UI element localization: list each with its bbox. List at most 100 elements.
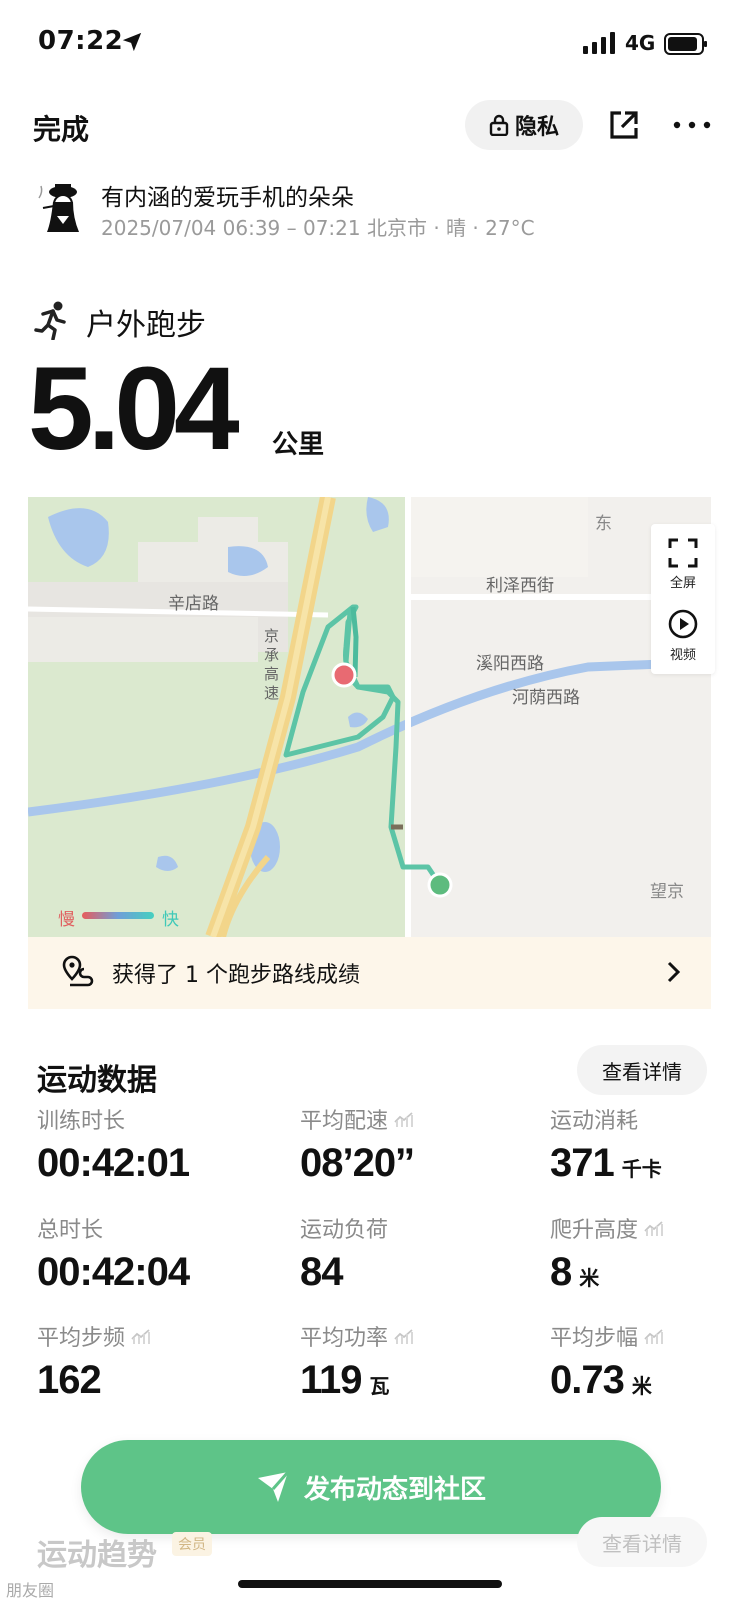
member-badge: 会员 bbox=[172, 1532, 212, 1556]
legend-slow: 慢 bbox=[58, 910, 75, 930]
metric-value-text: 8 bbox=[550, 1250, 572, 1294]
play-icon bbox=[668, 609, 698, 639]
done-button[interactable]: 完成 bbox=[33, 108, 89, 148]
trend-chart-icon[interactable] bbox=[394, 1111, 414, 1127]
distance-value: 5.04 bbox=[28, 343, 240, 475]
activity-meta: 2025/07/04 06:39 – 07:21 北京市 · 晴 · 27°C bbox=[101, 216, 535, 240]
distance-unit: 公里 bbox=[272, 430, 325, 460]
lock-icon bbox=[489, 114, 509, 136]
metric-item: 运动负荷 84 bbox=[300, 1212, 388, 1295]
network-type: 4G bbox=[625, 31, 656, 55]
legend-fast: 快 bbox=[162, 910, 179, 930]
share-icon[interactable] bbox=[607, 108, 641, 142]
metric-item: 平均步频 162 bbox=[37, 1320, 151, 1403]
metric-value: 371 千卡 bbox=[550, 1141, 662, 1186]
trend-chart-icon[interactable] bbox=[394, 1328, 414, 1344]
metric-item: 平均步幅 0.73 米 bbox=[550, 1320, 664, 1403]
metric-item: 平均功率 119 瓦 bbox=[300, 1320, 414, 1403]
metric-label-text: 平均功率 bbox=[300, 1326, 389, 1351]
location-arrow-icon bbox=[122, 32, 142, 52]
fullscreen-button[interactable]: 全屏 bbox=[651, 538, 715, 591]
metric-label-text: 平均配速 bbox=[300, 1109, 389, 1134]
metric-value-text: 119 bbox=[300, 1358, 363, 1402]
metric-label: 运动负荷 bbox=[300, 1212, 388, 1244]
trend-chart-icon[interactable] bbox=[131, 1328, 151, 1344]
fullscreen-icon bbox=[668, 538, 698, 568]
status-time: 07:22 bbox=[38, 26, 124, 56]
watermark: 朋友圈 bbox=[6, 1581, 55, 1600]
pace-legend-bar bbox=[82, 912, 154, 919]
view-details-button[interactable]: 查看详情 bbox=[577, 1045, 707, 1095]
metric-label-text: 训练时长 bbox=[37, 1109, 126, 1134]
map-controls: 全屏 视频 bbox=[651, 524, 715, 674]
home-indicator[interactable] bbox=[238, 1580, 502, 1588]
user-name: 有内涵的爱玩手机的朵朵 bbox=[101, 185, 354, 211]
trend-title: 运动趋势 bbox=[37, 1538, 157, 1573]
metric-label-text: 运动负荷 bbox=[300, 1218, 389, 1243]
battery-icon bbox=[664, 33, 707, 55]
avatar[interactable] bbox=[33, 178, 91, 236]
metric-item: 平均配速 08’20’’ bbox=[300, 1103, 415, 1186]
metric-item: 爬升高度 8 米 bbox=[550, 1212, 664, 1295]
map-label-lize-west-street: 利泽西街 bbox=[486, 576, 554, 596]
send-icon bbox=[257, 1471, 290, 1502]
map-label-jingcheng-expressway: 京承高速 bbox=[264, 627, 280, 702]
metric-label: 运动消耗 bbox=[550, 1103, 662, 1135]
metric-unit: 米 bbox=[631, 1376, 652, 1398]
metric-value: 8米 bbox=[550, 1250, 664, 1295]
video-label: 视频 bbox=[669, 648, 696, 663]
metric-value-text: 08’20’’ bbox=[300, 1141, 415, 1185]
metric-label-text: 运动消耗 bbox=[550, 1109, 639, 1134]
metric-label: 总时长 bbox=[37, 1212, 189, 1244]
map-label-dong: 东 bbox=[595, 514, 612, 534]
metric-value-text: 0.73 bbox=[550, 1358, 625, 1402]
metric-label: 平均步幅 bbox=[550, 1320, 664, 1352]
metric-item: 总时长 00:42:04 bbox=[37, 1212, 190, 1295]
map-label-xiyang-west-road: 溪阳西路 bbox=[476, 654, 544, 674]
metric-label: 爬升高度 bbox=[550, 1212, 664, 1244]
route-achievement-banner[interactable]: 获得了 1 个跑步路线成绩 bbox=[28, 937, 711, 1009]
metric-value: 162 bbox=[37, 1358, 151, 1403]
metric-label-text: 爬升高度 bbox=[550, 1218, 639, 1243]
map-label-wangjing: 望京 bbox=[650, 882, 684, 902]
route-pin-icon bbox=[62, 955, 94, 987]
metric-label: 平均步频 bbox=[37, 1320, 151, 1352]
metric-label-text: 平均步幅 bbox=[550, 1326, 639, 1351]
chevron-right-icon bbox=[667, 961, 681, 983]
metric-unit: 米 bbox=[579, 1268, 600, 1290]
metric-item: 训练时长 00:42:01 bbox=[37, 1103, 190, 1186]
metric-label-text: 总时长 bbox=[37, 1218, 104, 1243]
trend-chart-icon[interactable] bbox=[644, 1220, 664, 1236]
metric-value: 119 瓦 bbox=[300, 1358, 414, 1403]
video-button[interactable]: 视频 bbox=[651, 608, 715, 663]
metric-label: 平均功率 bbox=[300, 1320, 414, 1352]
metric-label: 训练时长 bbox=[37, 1103, 189, 1135]
trend-view-details-button[interactable]: 查看详情 bbox=[577, 1517, 707, 1567]
metric-unit: 瓦 bbox=[369, 1376, 390, 1398]
publish-label: 发布动态到社区 bbox=[303, 1474, 486, 1505]
metric-value-text: 371 bbox=[550, 1141, 615, 1185]
metric-label-text: 平均步频 bbox=[37, 1326, 126, 1351]
metric-value: 00:42:04 bbox=[37, 1250, 190, 1295]
metric-value-text: 84 bbox=[300, 1250, 343, 1294]
map-label-heyin-west-road: 河荫西路 bbox=[512, 688, 580, 708]
metric-label: 平均配速 bbox=[300, 1103, 414, 1135]
achievement-text: 获得了 1 个跑步路线成绩 bbox=[112, 963, 360, 988]
sport-type: 户外跑步 bbox=[86, 308, 206, 343]
fullscreen-label: 全屏 bbox=[669, 576, 696, 591]
metric-value-text: 162 bbox=[37, 1358, 102, 1402]
metric-value-text: 00:42:01 bbox=[37, 1141, 190, 1185]
trend-chart-icon[interactable] bbox=[644, 1328, 664, 1344]
metric-value: 84 bbox=[300, 1250, 388, 1295]
route-map[interactable]: 辛店路 利泽西街 溪阳西路 河荫西路 京承高速 东 望京 bbox=[28, 497, 711, 937]
map-canvas bbox=[28, 497, 711, 937]
map-label-xindian-road: 辛店路 bbox=[168, 594, 219, 614]
running-icon bbox=[34, 301, 66, 340]
metric-value: 0.73 米 bbox=[550, 1358, 664, 1403]
signal-icon bbox=[583, 32, 615, 54]
metric-unit: 千卡 bbox=[621, 1159, 662, 1181]
more-icon[interactable] bbox=[672, 112, 712, 138]
privacy-label: 隐私 bbox=[514, 115, 559, 140]
publish-to-community-button[interactable]: 发布动态到社区 bbox=[81, 1440, 661, 1534]
privacy-button[interactable]: 隐私 bbox=[465, 100, 583, 150]
